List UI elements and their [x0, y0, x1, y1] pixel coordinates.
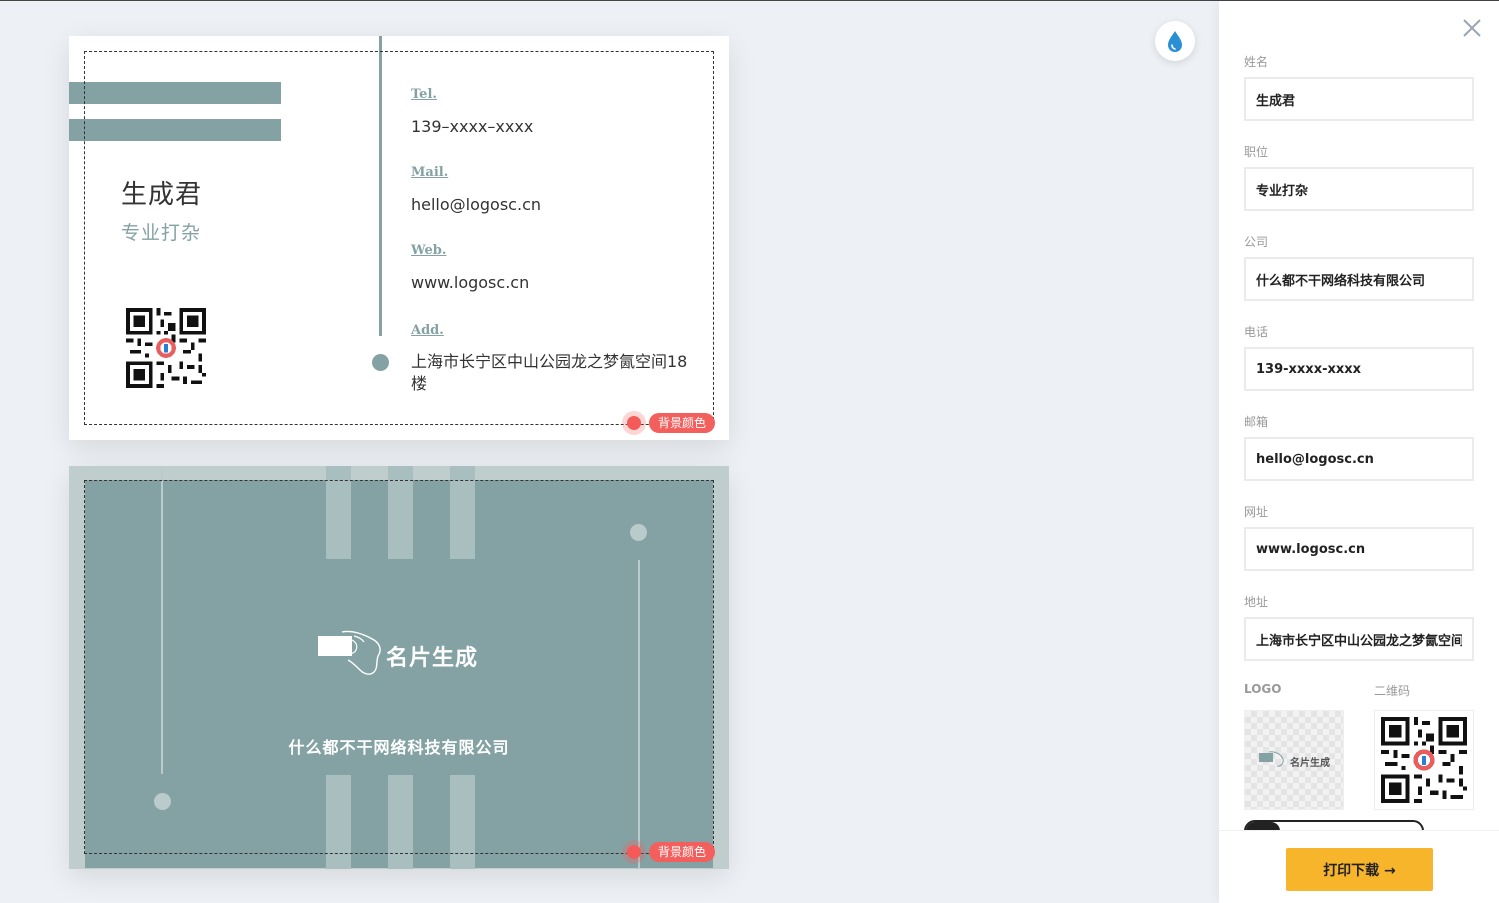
card-back[interactable]: 名片生成 什么都不干网络科技有限公司 背景颜色: [69, 466, 729, 869]
logo-label: LOGO: [1244, 682, 1282, 696]
company-field-label: 公司: [1244, 235, 1269, 249]
card-job-title[interactable]: 专业打杂: [121, 218, 201, 245]
web-value[interactable]: www.logosc.cn: [411, 273, 529, 292]
water-drop-icon: [1168, 31, 1182, 52]
back-logo[interactable]: 名片生成: [318, 630, 488, 680]
decor-bar-bottom: [69, 119, 281, 141]
address-value[interactable]: 上海市长宁区中山公园龙之梦氤空间18楼: [411, 351, 701, 395]
card-front[interactable]: 生成君 专业打杂 Tel. 139–xxxx–xxxx Mail. hello@…: [69, 36, 729, 440]
business-card-hand-icon: [318, 630, 381, 675]
job-title-field-label: 职位: [1244, 145, 1269, 159]
divider-dot: [372, 354, 389, 371]
tel-value[interactable]: 139–xxxx–xxxx: [411, 117, 533, 136]
back-logo-text: 名片生成: [386, 646, 479, 671]
name-field-label: 姓名: [1244, 55, 1269, 69]
decor-dot-left: [154, 793, 171, 810]
decor-stripe: [450, 466, 475, 559]
decor-dot-right: [630, 524, 647, 541]
name-input[interactable]: [1244, 77, 1474, 121]
color-picker-button[interactable]: [1155, 21, 1195, 61]
decor-line-right: [638, 560, 640, 869]
divider-line: [379, 36, 382, 336]
decor-stripe: [388, 775, 413, 869]
qr-code[interactable]: [126, 308, 206, 388]
bg-color-button[interactable]: 背景颜色: [649, 413, 716, 433]
website-field-label: 网址: [1244, 505, 1269, 519]
card-name[interactable]: 生成君: [121, 174, 202, 211]
email-field-label: 邮箱: [1244, 415, 1269, 429]
qr-thumb: [1381, 717, 1467, 803]
address-label[interactable]: Add.: [411, 323, 444, 338]
edit-panel: 姓名 职位 公司 电话 邮箱 网址 地址 LOGO 二维码 名片生成: [1219, 1, 1499, 903]
mail-value[interactable]: hello@logosc.cn: [411, 195, 541, 214]
logo-thumb-text: 名片生成: [1290, 758, 1330, 769]
qr-upload[interactable]: [1374, 710, 1474, 810]
bg-color-marker[interactable]: [627, 845, 641, 859]
website-input[interactable]: [1244, 527, 1474, 571]
decor-stripe: [450, 775, 475, 869]
print-download-button[interactable]: 打印下载 →: [1286, 848, 1433, 891]
decor-stripe: [326, 775, 351, 869]
logo-thumb-icon: [1259, 751, 1284, 767]
web-label[interactable]: Web.: [411, 243, 446, 258]
job-title-input[interactable]: [1244, 167, 1474, 211]
phone-input[interactable]: [1244, 347, 1474, 391]
phone-field-label: 电话: [1244, 325, 1269, 339]
mail-label[interactable]: Mail.: [411, 165, 448, 180]
logo-upload[interactable]: 名片生成: [1244, 710, 1344, 810]
email-input[interactable]: [1244, 437, 1474, 481]
address-input[interactable]: [1244, 617, 1474, 661]
bg-color-marker[interactable]: [627, 416, 641, 430]
back-company-name[interactable]: 什么都不干网络科技有限公司: [69, 734, 729, 758]
tel-label[interactable]: Tel.: [411, 87, 437, 102]
decor-stripe: [388, 466, 413, 559]
bg-color-button[interactable]: 背景颜色: [649, 842, 716, 862]
decor-line-left: [161, 466, 163, 774]
address-field-label: 地址: [1244, 595, 1269, 609]
decor-stripe: [326, 466, 351, 559]
qr-label: 二维码: [1374, 684, 1411, 698]
panel-footer: 打印下载 →: [1219, 830, 1499, 903]
company-input[interactable]: [1244, 257, 1474, 301]
decor-bar-top: [69, 82, 281, 104]
close-icon[interactable]: [1461, 17, 1483, 39]
